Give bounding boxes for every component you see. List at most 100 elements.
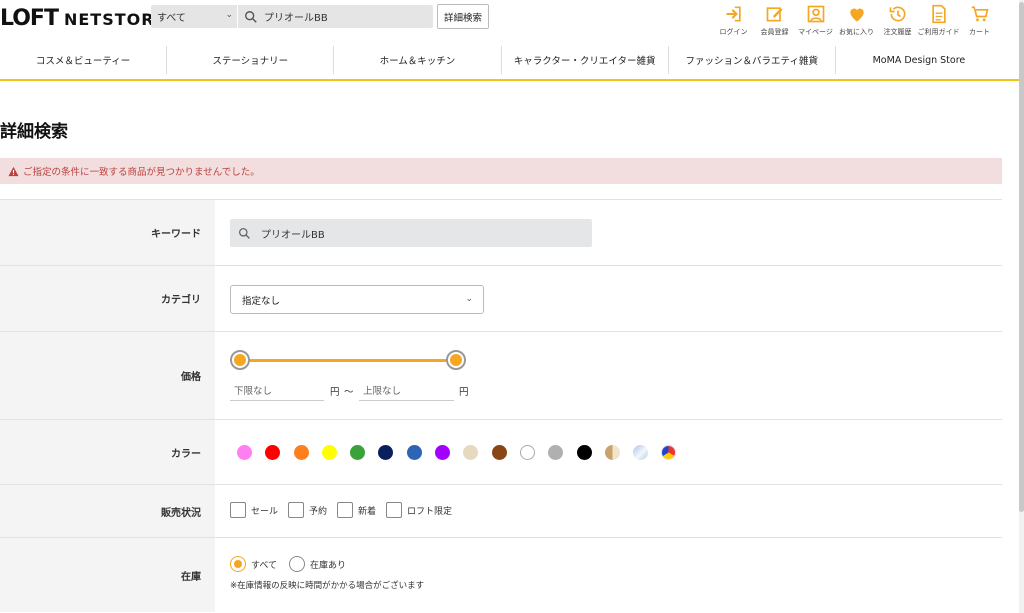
price-range-slider[interactable] (230, 349, 466, 371)
status-label: 販売状況 (0, 485, 215, 537)
header-login[interactable]: ログイン (713, 4, 754, 37)
color-swatch[interactable] (633, 445, 649, 460)
advanced-search-form: キーワード プリオールBB カテゴリ 指定なし ⌄ 価格 下限なし 円 ～ 上限… (0, 199, 1002, 612)
search-icon (245, 10, 257, 23)
price-max-input[interactable]: 上限なし (359, 380, 454, 401)
color-swatch[interactable] (350, 445, 366, 460)
color-swatch[interactable] (548, 445, 564, 460)
color-swatch[interactable] (265, 445, 281, 460)
color-swatch[interactable] (406, 445, 422, 460)
status-checkboxes: セール 予約 新着 ロフト限定 (230, 502, 462, 518)
color-swatch[interactable] (604, 445, 620, 460)
login-icon (726, 6, 741, 22)
price-min-input[interactable]: 下限なし (230, 380, 324, 401)
color-swatch[interactable] (237, 445, 252, 460)
stock-radios: すべて 在庫あり (230, 556, 358, 572)
stock-option-all[interactable]: すべて (230, 556, 277, 572)
stock-label: 在庫 (0, 538, 215, 612)
status-option-sale[interactable]: セール (230, 502, 278, 518)
header-order-history[interactable]: 注文履歴 (877, 4, 918, 37)
logo-mark: LOFT (0, 6, 59, 31)
color-swatch[interactable] (576, 445, 592, 460)
category-nav: コスメ＆ビューティー ステーショナリー ホーム＆キッチン キャラクター・クリエイ… (0, 46, 1002, 74)
nav-item-character[interactable]: キャラクター・クリエイター雑貨 (502, 46, 669, 74)
header-favorite[interactable]: お気に入り (836, 4, 877, 37)
category-select[interactable]: 指定なし ⌄ (230, 285, 484, 314)
color-swatch[interactable] (435, 445, 451, 460)
price-tilde: ～ (344, 387, 354, 398)
mypage-label: マイページ (798, 28, 833, 36)
price-max-handle[interactable] (446, 350, 466, 370)
keyword-label: キーワード (0, 200, 215, 265)
register-label: 会員登録 (760, 28, 789, 36)
nav-underline (0, 79, 1020, 81)
cart-label: カート (969, 28, 990, 36)
color-swatch[interactable] (491, 445, 507, 460)
search-scope-select[interactable]: すべて ⌄ (151, 5, 237, 28)
chevron-down-icon: ⌄ (225, 10, 233, 20)
color-swatch[interactable] (321, 445, 337, 460)
stock-option-label: すべて (251, 560, 278, 571)
color-swatch[interactable] (293, 445, 309, 460)
site-header: LOFT NETSTORE すべて ⌄ プリオールBB 詳細検索 ログイン 会員… (0, 0, 1020, 44)
header-search-input[interactable]: プリオールBB (238, 5, 433, 28)
status-option-new[interactable]: 新着 (337, 502, 376, 518)
keyword-value: プリオールBB (261, 229, 325, 241)
status-option-loft-limited[interactable]: ロフト限定 (386, 502, 452, 518)
status-option-label: セール (251, 506, 279, 517)
favorite-icon (849, 8, 864, 22)
nav-item-fashion[interactable]: ファッション＆バラエティ雑貨 (669, 46, 836, 74)
checkbox[interactable] (288, 502, 305, 518)
page-scrollbar[interactable] (1019, 0, 1024, 613)
no-results-alert: ご指定の条件に一致する商品が見つかりませんでした。 (0, 158, 1002, 184)
guide-label: ご利用ガイド (917, 28, 960, 36)
color-swatch[interactable] (661, 445, 677, 460)
stock-note: ※在庫情報の反映に時間がかかる場合がございます (230, 581, 425, 591)
price-max-unit: 円 (459, 387, 469, 398)
header-cart[interactable]: カート (959, 4, 1000, 37)
search-scope-value: すべて (157, 13, 186, 24)
mypage-icon (807, 5, 824, 23)
nav-item-cosme[interactable]: コスメ＆ビューティー (0, 46, 168, 74)
header-search-value: プリオールBB (264, 13, 328, 24)
guide-icon (931, 4, 946, 24)
nav-item-stationery[interactable]: ステーショナリー (167, 46, 335, 74)
color-row: カラー (0, 419, 1002, 484)
checkbox[interactable] (337, 502, 354, 518)
nav-item-moma[interactable]: MoMA Design Store (836, 46, 1002, 74)
header-guide[interactable]: ご利用ガイド (917, 4, 960, 37)
advanced-search-button[interactable]: 詳細検索 (437, 4, 489, 29)
scrollbar-thumb[interactable] (1019, 2, 1024, 512)
stock-option-label: 在庫あり (310, 560, 347, 571)
status-option-label: 予約 (309, 506, 328, 517)
site-logo[interactable]: LOFT NETSTORE (0, 6, 167, 31)
header-register[interactable]: 会員登録 (754, 4, 795, 37)
stock-option-in-stock[interactable]: 在庫あり (289, 556, 346, 572)
color-swatch[interactable] (463, 445, 479, 460)
favorite-label: お気に入り (839, 28, 874, 36)
checkbox[interactable] (386, 502, 403, 518)
header-mypage[interactable]: マイページ (795, 4, 836, 37)
chevron-down-icon: ⌄ (465, 294, 473, 304)
price-min-unit: 円 (330, 387, 340, 398)
radio[interactable] (289, 556, 306, 572)
color-swatch[interactable] (519, 445, 535, 460)
category-value: 指定なし (242, 295, 281, 307)
nav-item-home-kitchen[interactable]: ホーム＆キッチン (334, 46, 502, 74)
color-label: カラー (0, 420, 215, 484)
alert-text: ご指定の条件に一致する商品が見つかりませんでした。 (23, 167, 260, 178)
order-history-label: 注文履歴 (883, 28, 912, 36)
keyword-input[interactable]: プリオールBB (230, 219, 592, 247)
price-min-handle[interactable] (230, 350, 250, 370)
keyword-row: キーワード プリオールBB (0, 199, 1002, 265)
status-option-preorder[interactable]: 予約 (288, 502, 327, 518)
checkbox[interactable] (230, 502, 246, 518)
login-label: ログイン (719, 28, 748, 36)
radio-selected[interactable] (230, 556, 246, 572)
color-swatch[interactable] (378, 445, 394, 460)
page-title: 詳細検索 (0, 122, 68, 142)
price-label: 価格 (0, 332, 215, 419)
search-icon (238, 227, 250, 239)
cart-icon (971, 6, 989, 22)
price-row: 価格 下限なし 円 ～ 上限なし 円 (0, 331, 1002, 419)
